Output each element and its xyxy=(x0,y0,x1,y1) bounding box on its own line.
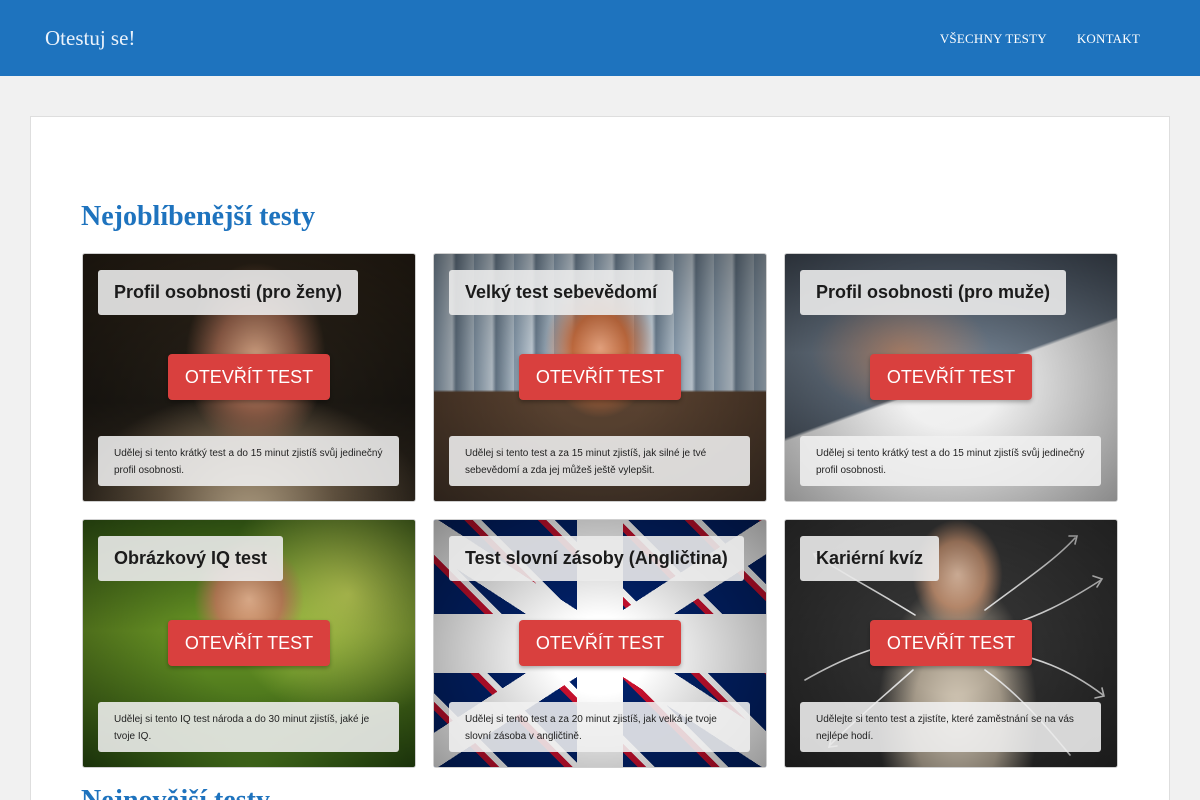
card-title: Velký test sebevědomí xyxy=(449,270,674,315)
test-card-picture-iq[interactable]: Obrázkový IQ test OTEVŘÍT TEST Udělej si… xyxy=(82,519,416,768)
card-title: Test slovní zásoby (Angličtina) xyxy=(449,536,744,581)
test-card-career-quiz[interactable]: Kariérní kvíz OTEVŘÍT TEST Udělejte si t… xyxy=(784,519,1118,768)
newest-tests-heading: Nejnovější testy xyxy=(81,785,270,800)
test-card-self-confidence[interactable]: Velký test sebevědomí OTEVŘÍT TEST Uděle… xyxy=(433,253,767,502)
card-title: Obrázkový IQ test xyxy=(98,536,284,581)
card-title: Profil osobnosti (pro ženy) xyxy=(98,270,358,315)
open-test-button[interactable]: OTEVŘÍT TEST xyxy=(870,354,1032,400)
open-test-button[interactable]: OTEVŘÍT TEST xyxy=(168,354,330,400)
nav-contact-link[interactable]: KONTAKT xyxy=(1077,31,1140,47)
test-card-personality-men[interactable]: Profil osobnosti (pro muže) OTEVŘÍT TEST… xyxy=(784,253,1118,502)
test-card-personality-women[interactable]: Profil osobnosti (pro ženy) OTEVŘÍT TEST… xyxy=(82,253,416,502)
card-description: Udělej si tento IQ test národa a do 30 m… xyxy=(98,702,399,752)
open-test-button[interactable]: OTEVŘÍT TEST xyxy=(519,354,681,400)
nav-all-tests-link[interactable]: VŠECHNY TESTY xyxy=(940,31,1047,47)
open-test-button[interactable]: OTEVŘÍT TEST xyxy=(870,620,1032,666)
site-brand-link[interactable]: Otestuj se! xyxy=(45,26,135,51)
card-description: Udělej si tento krátký test a do 15 minu… xyxy=(800,436,1101,486)
main-nav: VŠECHNY TESTY KONTAKT xyxy=(940,31,1140,47)
open-test-button[interactable]: OTEVŘÍT TEST xyxy=(168,620,330,666)
popular-tests-heading: Nejoblíbenější testy xyxy=(81,201,316,232)
card-title: Kariérní kvíz xyxy=(800,536,940,581)
card-description: Udělejte si tento test a zjistíte, které… xyxy=(800,702,1101,752)
content-panel: Nejoblíbenější testy Profil osobnosti (p… xyxy=(30,116,1170,800)
card-description: Udělej si tento krátký test a do 15 minu… xyxy=(98,436,399,486)
test-card-english-vocabulary[interactable]: Test slovní zásoby (Angličtina) OTEVŘÍT … xyxy=(433,519,767,768)
open-test-button[interactable]: OTEVŘÍT TEST xyxy=(519,620,681,666)
site-header: Otestuj se! VŠECHNY TESTY KONTAKT xyxy=(0,0,1200,76)
card-title: Profil osobnosti (pro muže) xyxy=(800,270,1066,315)
card-description: Udělej si tento test a za 15 minut zjist… xyxy=(449,436,750,486)
card-description: Udělej si tento test a za 20 minut zjist… xyxy=(449,702,750,752)
